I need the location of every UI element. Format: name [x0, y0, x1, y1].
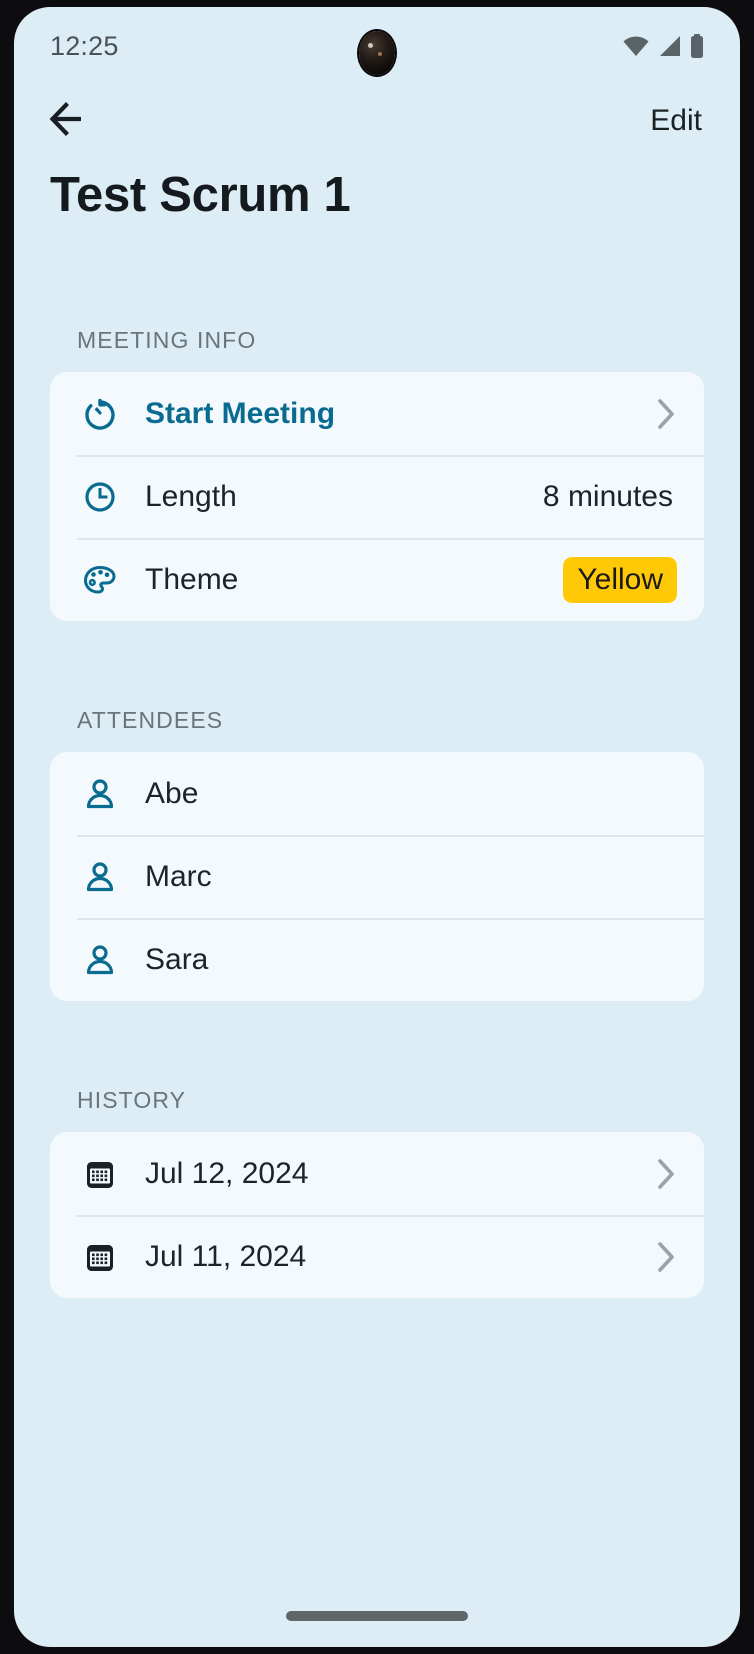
list-item-history[interactable]: Jul 11, 2024: [50, 1215, 704, 1298]
history-date: Jul 11, 2024: [145, 1239, 307, 1273]
list-item-attendee: Marc: [50, 835, 704, 918]
row-length: Length 8 minutes: [50, 455, 704, 538]
row-label: Theme: [145, 562, 239, 596]
battery-icon: [690, 34, 704, 58]
calendar-icon: [77, 1151, 123, 1197]
card-meeting-info: Start Meeting Length 8 minutes Theme Yel…: [50, 372, 704, 621]
list-item-attendee: Sara: [50, 918, 704, 1001]
palette-icon: [77, 557, 123, 603]
page-title: Test Scrum 1: [50, 168, 351, 222]
list-item-attendee: Abe: [50, 752, 704, 835]
clock-icon: [77, 474, 123, 520]
phone-screen: 12:25 Edit Test Scrum 1 MEETING INFO Sta…: [14, 7, 740, 1647]
cell-signal-icon: [658, 35, 682, 57]
history-date: Jul 12, 2024: [145, 1156, 309, 1190]
status-bar-clock: 12:25: [50, 30, 119, 61]
wifi-icon: [622, 35, 650, 57]
row-label: Length: [145, 479, 237, 513]
person-icon: [77, 854, 123, 900]
back-button[interactable]: [44, 95, 96, 147]
attendee-name: Marc: [145, 859, 212, 893]
edit-button[interactable]: Edit: [642, 98, 710, 144]
card-history: Jul 12, 2024 Jul 11, 2024: [50, 1132, 704, 1298]
row-value-length: 8 minutes: [542, 479, 673, 513]
calendar-icon: [77, 1234, 123, 1280]
front-camera-cutout: [359, 31, 395, 75]
top-navigation-bar: Edit: [14, 85, 740, 157]
card-attendees: Abe Marc Sara: [50, 752, 704, 1001]
status-bar-icons: [622, 34, 704, 58]
list-item-history[interactable]: Jul 12, 2024: [50, 1132, 704, 1215]
status-bar: 12:25: [14, 7, 740, 85]
row-label: Start Meeting: [145, 396, 336, 430]
arrow-left-icon: [49, 101, 91, 142]
content-area: MEETING INFO Start Meeting Length 8 minu…: [14, 327, 740, 1298]
chevron-right-icon: [655, 1240, 677, 1274]
chevron-right-icon: [655, 397, 677, 431]
section-header-attendees: ATTENDEES: [77, 707, 224, 733]
person-icon: [77, 937, 123, 983]
attendee-name: Abe: [145, 776, 199, 810]
row-start-meeting[interactable]: Start Meeting: [50, 372, 704, 455]
attendee-name: Sara: [145, 942, 209, 976]
gesture-navigation-bar[interactable]: [286, 1611, 468, 1621]
chevron-right-icon: [655, 1157, 677, 1191]
section-header-meeting-info: MEETING INFO: [77, 327, 257, 353]
person-icon: [77, 771, 123, 817]
theme-badge: Yellow: [563, 556, 677, 603]
stopwatch-icon: [77, 391, 123, 437]
row-theme: Theme Yellow: [50, 538, 704, 621]
section-header-history: HISTORY: [77, 1087, 187, 1113]
